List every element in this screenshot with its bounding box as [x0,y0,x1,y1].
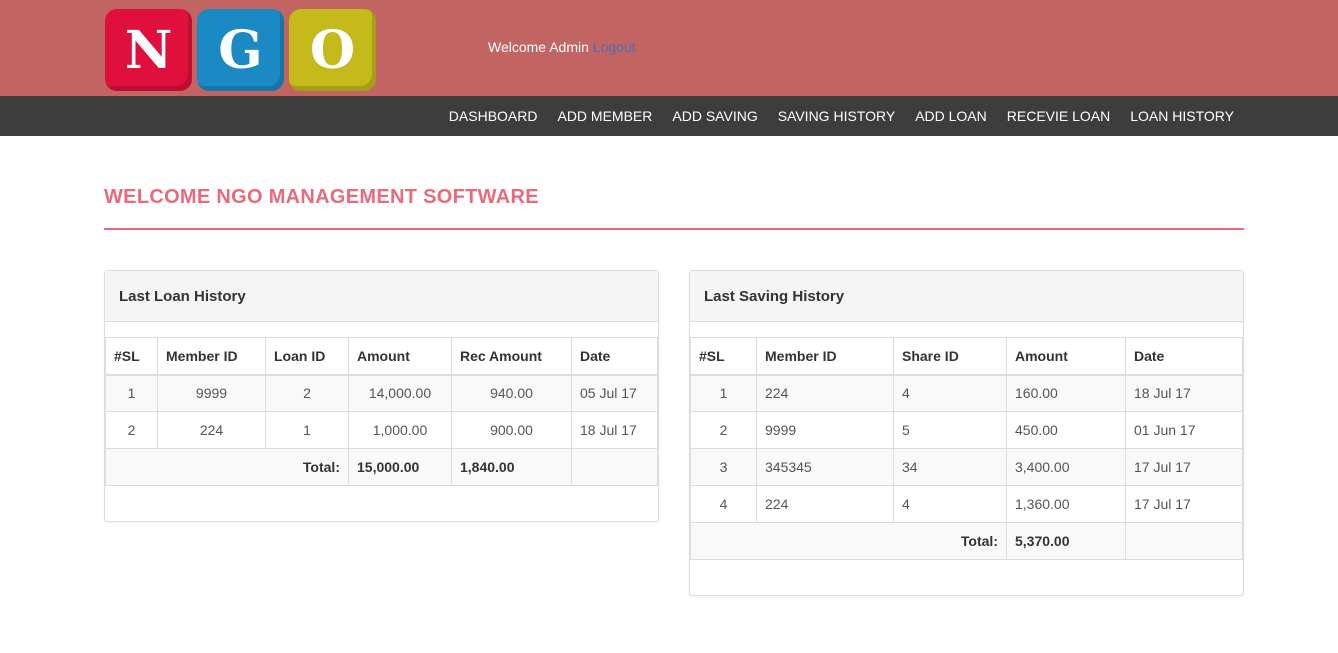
cell-sl: 2 [105,411,158,449]
total-label: Total: [690,522,1007,560]
table-row: 3 345345 34 3,400.00 17 Jul 17 [690,448,1243,486]
saving-panel-title: Last Saving History [690,271,1243,322]
total-empty-cell [571,448,658,486]
total-amount: 5,370.00 [1006,522,1126,560]
saving-history-panel: Last Saving History #SL Member ID Share … [689,270,1244,596]
cell-date: 01 Jun 17 [1125,411,1243,449]
table-row: 2 9999 5 450.00 01 Jun 17 [690,411,1243,449]
cell-sl: 1 [690,374,757,412]
nav-loan-history[interactable]: LOAN HISTORY [1130,108,1234,124]
column-header: Member ID [157,337,266,376]
total-label: Total: [105,448,349,486]
cell-sl: 2 [690,411,757,449]
cell-date: 17 Jul 17 [1125,448,1243,486]
cell-date: 18 Jul 17 [571,411,658,449]
cell-member-id: 9999 [756,411,894,449]
column-header: Date [1125,337,1243,376]
total-row: Total: 5,370.00 [690,522,1243,560]
welcome-message: Welcome Admin Logout [488,39,636,55]
loan-history-table: #SL Member ID Loan ID Amount Rec Amount … [105,337,658,486]
nav-receive-loan[interactable]: RECEVIE LOAN [1007,108,1110,124]
logo-tile-n: N [105,9,192,91]
cell-share-id: 34 [893,448,1007,486]
cell-member-id: 224 [157,411,266,449]
total-row: Total: 15,000.00 1,840.00 [105,448,658,486]
column-header: Date [571,337,658,376]
logo-tile-g: G [197,9,284,91]
total-empty-cell [1125,522,1243,560]
cell-amount: 1,000.00 [348,411,452,449]
column-header: Member ID [756,337,894,376]
table-header-row: #SL Member ID Loan ID Amount Rec Amount … [105,337,658,376]
cell-sl: 3 [690,448,757,486]
header-bar: N G O Welcome Admin Logout [0,0,1338,96]
column-header: #SL [690,337,757,376]
cell-amount: 3,400.00 [1006,448,1126,486]
cell-share-id: 5 [893,411,1007,449]
nav-saving-history[interactable]: SAVING HISTORY [778,108,895,124]
cell-date: 17 Jul 17 [1125,485,1243,523]
table-row: 2 224 1 1,000.00 900.00 18 Jul 17 [105,411,658,449]
cell-amount: 14,000.00 [348,374,452,412]
cell-share-id: 4 [893,374,1007,412]
ngo-logo[interactable]: N G O [105,9,376,91]
table-row: 1 224 4 160.00 18 Jul 17 [690,374,1243,412]
cell-date: 05 Jul 17 [571,374,658,412]
saving-history-table: #SL Member ID Share ID Amount Date 1 224… [690,337,1243,560]
column-header: Share ID [893,337,1007,376]
cell-sl: 4 [690,485,757,523]
cell-member-id: 224 [756,374,894,412]
loan-panel-title: Last Loan History [105,271,658,322]
nav-menu: DASHBOARD ADD MEMBER ADD SAVING SAVING H… [449,96,1234,136]
column-header: Amount [1006,337,1126,376]
logo-tile-o: O [289,9,376,91]
title-divider [104,228,1244,230]
cell-member-id: 9999 [157,374,266,412]
cell-loan-id: 2 [265,374,349,412]
column-header: Rec Amount [451,337,572,376]
column-header: #SL [105,337,158,376]
cell-share-id: 4 [893,485,1007,523]
loan-history-panel: Last Loan History #SL Member ID Loan ID … [104,270,659,522]
column-header: Loan ID [265,337,349,376]
nav-add-loan[interactable]: ADD LOAN [915,108,987,124]
cell-amount: 1,360.00 [1006,485,1126,523]
cell-date: 18 Jul 17 [1125,374,1243,412]
page-title: WELCOME NGO MANAGEMENT SOFTWARE [104,186,539,208]
cell-loan-id: 1 [265,411,349,449]
logout-link[interactable]: Logout [593,39,636,55]
nav-add-member[interactable]: ADD MEMBER [557,108,652,124]
total-amount: 15,000.00 [348,448,452,486]
cell-rec-amount: 940.00 [451,374,572,412]
cell-member-id: 224 [756,485,894,523]
welcome-text: Welcome Admin [488,39,589,55]
table-row: 1 9999 2 14,000.00 940.00 05 Jul 17 [105,374,658,412]
total-rec-amount: 1,840.00 [451,448,572,486]
cell-sl: 1 [105,374,158,412]
column-header: Amount [348,337,452,376]
cell-amount: 450.00 [1006,411,1126,449]
cell-member-id: 345345 [756,448,894,486]
main-navbar: DASHBOARD ADD MEMBER ADD SAVING SAVING H… [0,96,1338,136]
cell-amount: 160.00 [1006,374,1126,412]
table-header-row: #SL Member ID Share ID Amount Date [690,337,1243,376]
cell-rec-amount: 900.00 [451,411,572,449]
nav-dashboard[interactable]: DASHBOARD [449,108,538,124]
table-row: 4 224 4 1,360.00 17 Jul 17 [690,485,1243,523]
nav-add-saving[interactable]: ADD SAVING [672,108,757,124]
